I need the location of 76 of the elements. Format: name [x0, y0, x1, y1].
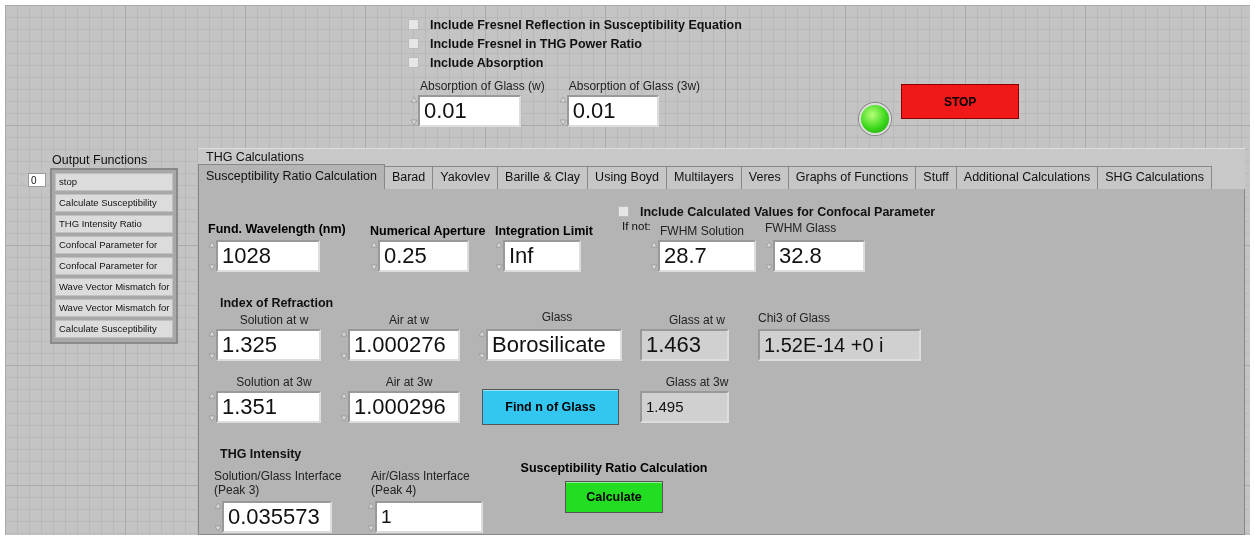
increment-arrows[interactable]: [208, 240, 216, 272]
field-label: Absorption of Glass (w): [419, 79, 545, 93]
field-label: Solution at 3w: [236, 375, 312, 389]
array-element: Calculate Susceptibility: [55, 194, 173, 212]
field-label: Air at 3w: [385, 375, 433, 389]
tab[interactable]: SHG Calculations: [1097, 166, 1212, 189]
numeric-field[interactable]: 0.01: [418, 95, 521, 127]
field-label: Absorption of Glass (3w): [567, 79, 701, 93]
checkbox-label: Include Fresnel in THG Power Ratio: [430, 36, 642, 51]
numeric-field[interactable]: 32.8: [773, 240, 865, 272]
checkbox-label: Include Fresnel Reflection in Susceptibility Equation: [430, 17, 742, 32]
checkbox[interactable]: [408, 19, 419, 30]
array-element: Wave Vector Mismatch for: [55, 299, 173, 317]
field-label: Air at w: [389, 313, 429, 327]
tab[interactable]: Susceptibility Ratio Calculation: [198, 164, 385, 189]
field-label: Glass: [541, 310, 573, 324]
increment-arrows[interactable]: [370, 240, 378, 272]
increment-arrows[interactable]: [558, 95, 567, 127]
increment-arrows[interactable]: [208, 329, 216, 361]
stop-button[interactable]: STOP: [901, 84, 1020, 119]
field-label: Solution at w: [239, 313, 309, 327]
array-element: THG Intensity Ratio: [55, 215, 173, 233]
numeric-field[interactable]: 0.01: [566, 95, 659, 127]
numeric-field[interactable]: 0.035573: [222, 501, 332, 533]
checkbox[interactable]: [408, 38, 419, 49]
indicator-field: 1.52E-14 +0 i: [758, 329, 921, 361]
field-label: Fund. Wavelength (nm): [208, 222, 346, 236]
increment-arrows[interactable]: [340, 329, 348, 361]
field-label: FWHM Solution: [660, 224, 745, 238]
increment-arrows[interactable]: [410, 95, 418, 127]
increment-arrows[interactable]: [478, 329, 486, 361]
field-label: FWHM Glass: [765, 221, 837, 235]
array-element: Calculate Susceptibility: [55, 320, 173, 338]
checkbox-label: Include Calculated Values for Confocal Parameter: [640, 204, 936, 219]
checkbox-label: Include Absorption: [430, 55, 544, 70]
increment-arrows[interactable]: [208, 391, 216, 423]
numeric-field[interactable]: 1.325: [216, 329, 321, 361]
checkbox[interactable]: [618, 206, 629, 217]
field-label: Air/Glass Interface (Peak 4): [371, 469, 471, 497]
field-label: Glass at w: [669, 313, 725, 327]
action-button[interactable]: Calculate: [565, 481, 663, 513]
field-label: Glass at 3w: [665, 375, 729, 389]
indicator-field: 1.495: [640, 391, 729, 423]
button-caption: Susceptibility Ratio Calculation: [520, 461, 708, 475]
increment-arrows[interactable]: [495, 240, 503, 272]
field-label: Numerical Aperture: [370, 224, 486, 238]
section-heading: Index of Refraction: [220, 296, 335, 310]
numeric-field[interactable]: Inf: [503, 240, 581, 272]
section-heading: THG Intensity: [220, 447, 303, 461]
tab-control-label: THG Calculations: [198, 148, 1245, 166]
indicator-field: 1.463: [640, 329, 729, 361]
numeric-field[interactable]: 1: [375, 501, 483, 533]
array-element: Confocal Parameter for: [55, 257, 173, 275]
increment-arrows[interactable]: [367, 501, 375, 533]
array-element: stop: [55, 173, 173, 191]
numeric-field[interactable]: 1.351: [216, 391, 321, 423]
numeric-field[interactable]: 28.7: [658, 240, 756, 272]
note-label: If not:: [622, 220, 651, 232]
increment-arrows[interactable]: [340, 391, 348, 423]
numeric-field[interactable]: Borosilicate: [486, 329, 622, 361]
increment-arrows[interactable]: [650, 240, 658, 272]
field-label: Solution/Glass Interface (Peak 3): [214, 469, 343, 497]
field-label: Integration Limit: [495, 224, 593, 238]
checkbox[interactable]: [408, 57, 419, 68]
numeric-field[interactable]: 0.25: [378, 240, 469, 272]
array-element: Confocal Parameter for: [55, 236, 173, 254]
increment-arrows[interactable]: [765, 240, 773, 272]
field-label: Chi3 of Glass: [758, 311, 831, 325]
list-title: Output Functions: [52, 153, 149, 167]
numeric-field[interactable]: 1.000276: [348, 329, 460, 361]
numeric-field[interactable]: 1.000296: [348, 391, 460, 423]
numeric-field[interactable]: 1028: [216, 240, 320, 272]
array-element: Wave Vector Mismatch for: [55, 278, 173, 296]
increment-arrows[interactable]: [214, 501, 222, 533]
index-field[interactable]: 0: [28, 172, 46, 187]
action-button[interactable]: Find n of Glass: [482, 389, 619, 425]
